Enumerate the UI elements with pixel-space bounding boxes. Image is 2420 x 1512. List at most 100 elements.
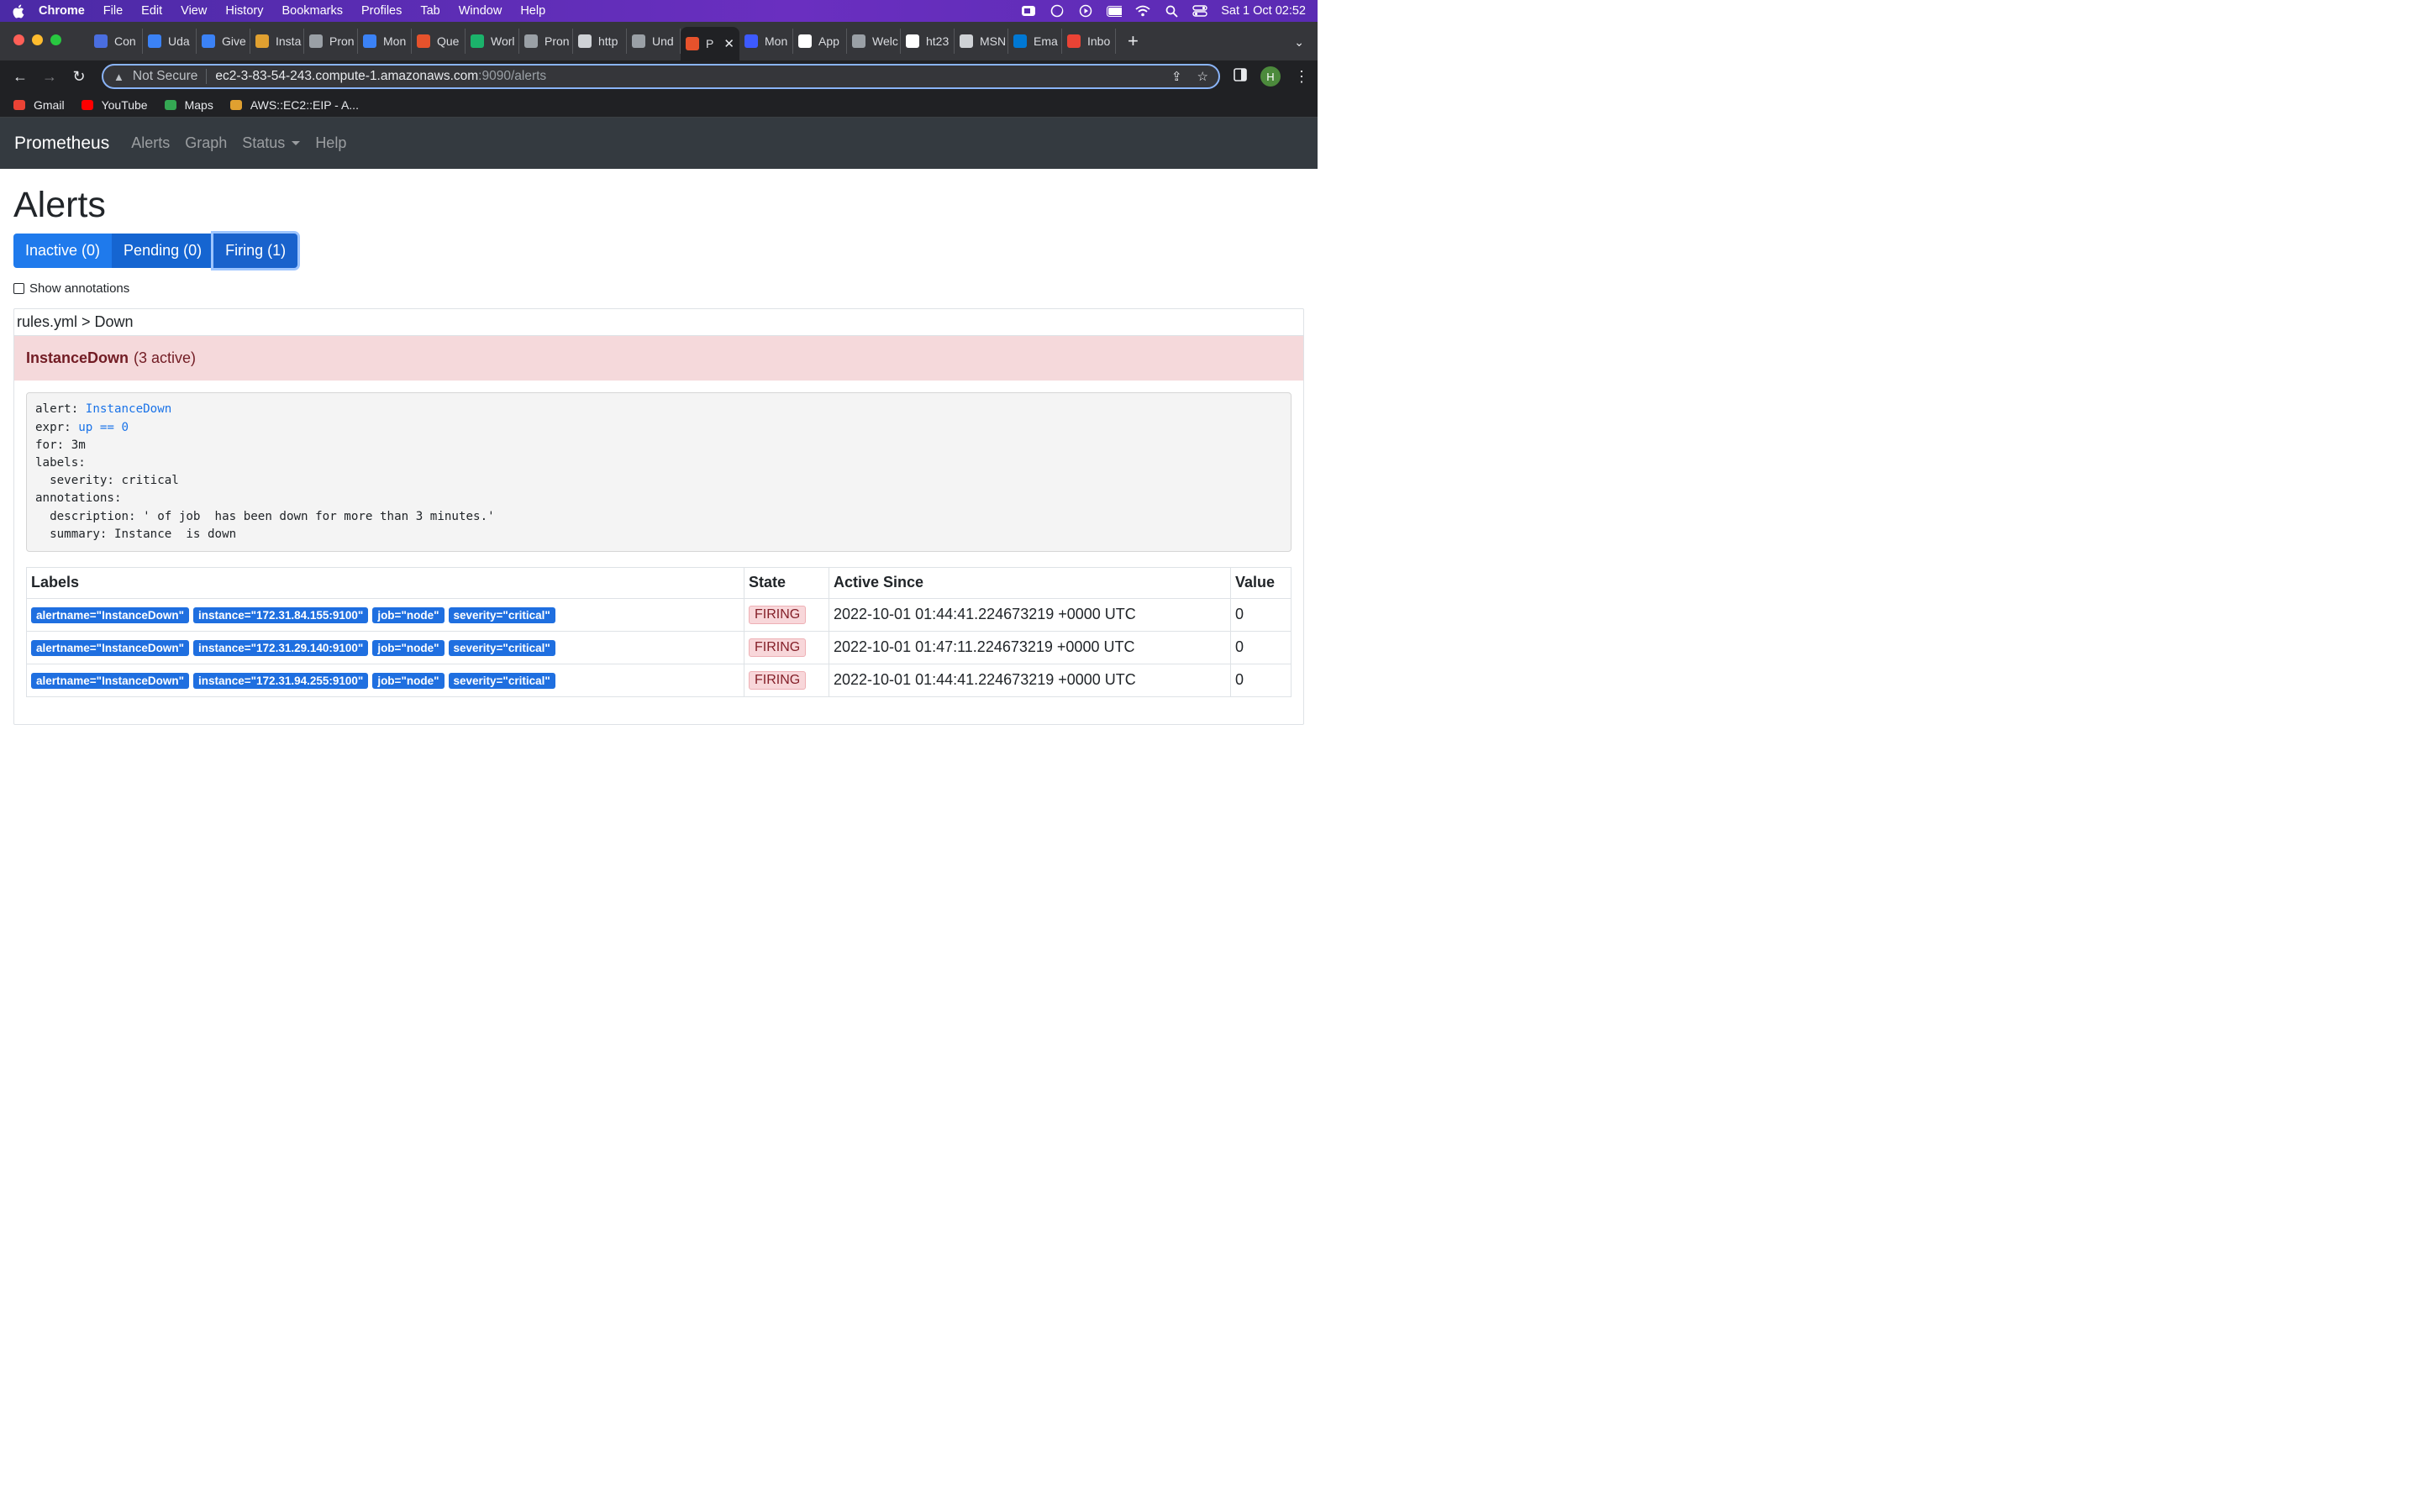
spotlight-search-icon[interactable] xyxy=(1164,5,1179,18)
browser-tab[interactable]: P ✕ xyxy=(681,27,739,60)
alert-rule-header[interactable]: InstanceDown (3 active) xyxy=(14,336,1303,381)
close-tab-icon[interactable]: ✕ xyxy=(723,36,734,51)
browser-tab-strip: Con Uda Give Insta Pron Mon Que Worl Pron http Und… xyxy=(0,22,1318,60)
bookmark-star-icon[interactable]: ☆ xyxy=(1197,69,1208,84)
bookmark-item[interactable]: Maps xyxy=(163,98,213,112)
bookmark-item[interactable]: Gmail xyxy=(12,98,65,112)
column-header-value: Value xyxy=(1230,566,1292,599)
tab-title: Mon xyxy=(383,34,407,48)
browser-tab[interactable]: Inbo xyxy=(1062,29,1116,54)
back-button[interactable]: ← xyxy=(8,65,32,88)
tab-favicon-icon xyxy=(1067,34,1081,48)
browser-tab[interactable]: Und xyxy=(627,29,681,54)
security-label[interactable]: Not Secure xyxy=(133,69,198,84)
active-since-cell: 2022-10-01 01:47:11.224673219 +0000 UTC xyxy=(829,630,1231,664)
menu-edit[interactable]: Edit xyxy=(141,4,162,18)
new-tab-button[interactable]: + xyxy=(1128,30,1139,52)
rule-expr-link[interactable]: up == 0 xyxy=(78,421,129,434)
warning-triangle-icon[interactable]: ▲ xyxy=(113,71,124,83)
browser-tab[interactable]: Mon xyxy=(739,29,793,54)
show-annotations-checkbox[interactable] xyxy=(13,283,24,295)
share-icon[interactable]: ⇪ xyxy=(1171,69,1182,84)
nav-alerts-link[interactable]: Alerts xyxy=(131,134,170,152)
tab-title: Pron xyxy=(544,34,570,48)
nav-status-dropdown[interactable]: Status xyxy=(242,134,301,152)
filter-inactive-button[interactable]: Inactive (0) xyxy=(13,234,113,269)
rule-alert-link[interactable]: InstanceDown xyxy=(86,402,172,416)
alert-rule-name[interactable]: InstanceDown xyxy=(26,349,129,367)
tab-favicon-icon xyxy=(632,34,645,48)
browser-tab[interactable]: Ema xyxy=(1008,29,1062,54)
bookmark-item[interactable]: YouTube xyxy=(80,98,148,112)
url-path[interactable]: :9090/alerts xyxy=(478,69,546,84)
state-badge: FIRING xyxy=(749,671,807,690)
tab-favicon-icon xyxy=(148,34,161,48)
apple-logo-icon[interactable] xyxy=(12,4,25,18)
browser-tab[interactable]: Give xyxy=(197,29,250,54)
browser-tab[interactable]: Que xyxy=(412,29,466,54)
menu-window[interactable]: Window xyxy=(459,4,502,18)
menu-file[interactable]: File xyxy=(103,4,123,18)
menu-view[interactable]: View xyxy=(181,4,207,18)
tab-favicon-icon xyxy=(852,34,865,48)
filter-firing-button[interactable]: Firing (1) xyxy=(213,234,298,269)
label-badge: severity="critical" xyxy=(448,607,555,624)
focus-moon-icon[interactable] xyxy=(1050,4,1065,18)
bookmark-favicon-icon xyxy=(163,98,178,112)
menubar-clock[interactable]: Sat 1 Oct 02:52 xyxy=(1221,4,1306,18)
forward-button[interactable]: → xyxy=(38,65,61,88)
browser-tab[interactable]: Con xyxy=(89,29,143,54)
close-window-button[interactable] xyxy=(13,34,24,45)
browser-tab[interactable]: Insta xyxy=(250,29,304,54)
menu-history[interactable]: History xyxy=(225,4,263,18)
browser-tab[interactable]: Mon xyxy=(358,29,412,54)
wifi-icon[interactable] xyxy=(1135,5,1150,17)
profile-avatar[interactable]: H xyxy=(1260,66,1281,87)
url-host[interactable]: ec2-3-83-54-243.compute-1.amazonaws.com xyxy=(215,69,478,84)
tab-favicon-icon xyxy=(744,34,758,48)
zoom-video-icon[interactable] xyxy=(1021,5,1036,17)
prometheus-brand-link[interactable]: Prometheus xyxy=(14,134,109,154)
rule-summary: summary: Instance is down xyxy=(35,527,237,541)
show-annotations-toggle[interactable]: Show annotations xyxy=(13,281,1304,296)
browser-toolbar: ← → ↻ ▲ Not Secure ec2-3-83-54-243.compu… xyxy=(0,60,1318,92)
browser-tab[interactable]: Pron xyxy=(304,29,358,54)
minimize-window-button[interactable] xyxy=(32,34,43,45)
browser-tab[interactable]: ht23 xyxy=(901,29,955,54)
side-panel-icon[interactable] xyxy=(1234,67,1247,86)
macos-menu-bar: Chrome File Edit View History Bookmarks … xyxy=(0,0,1318,22)
menu-help[interactable]: Help xyxy=(520,4,545,18)
show-annotations-label[interactable]: Show annotations xyxy=(29,281,129,296)
browser-tab[interactable]: MSN xyxy=(955,29,1008,54)
menu-tab[interactable]: Tab xyxy=(420,4,439,18)
rule-expr-key: expr: xyxy=(35,420,79,434)
tab-search-chevron-icon[interactable]: ⌄ xyxy=(1294,35,1304,50)
browser-tab[interactable]: Welc xyxy=(847,29,901,54)
battery-icon[interactable] xyxy=(1107,5,1123,17)
state-cell: FIRING xyxy=(744,663,829,697)
bookmark-item[interactable]: AWS::EC2::EIP - A... xyxy=(229,98,359,112)
filter-pending-button[interactable]: Pending (0) xyxy=(112,234,214,269)
reload-button[interactable]: ↻ xyxy=(67,65,91,88)
rule-labels: labels: xyxy=(35,455,86,470)
tab-favicon-icon xyxy=(255,34,269,48)
browser-tab[interactable]: App xyxy=(793,29,847,54)
nav-graph-link[interactable]: Graph xyxy=(185,134,227,152)
play-circle-icon[interactable] xyxy=(1078,4,1093,18)
nav-help-link[interactable]: Help xyxy=(315,134,346,152)
tab-title: http xyxy=(598,34,618,48)
menu-profiles[interactable]: Profiles xyxy=(361,4,402,18)
menu-bookmarks[interactable]: Bookmarks xyxy=(281,4,343,18)
kebab-menu-icon[interactable]: ⋮ xyxy=(1294,68,1309,86)
labels-cell: alertname="InstanceDown" instance="172.31… xyxy=(26,630,744,664)
address-divider xyxy=(206,69,208,84)
maximize-window-button[interactable] xyxy=(50,34,61,45)
browser-tab[interactable]: Worl xyxy=(466,29,519,54)
bookmark-favicon-icon xyxy=(12,98,27,112)
browser-tab[interactable]: Pron xyxy=(519,29,573,54)
browser-tab[interactable]: Uda xyxy=(143,29,197,54)
address-bar[interactable]: ▲ Not Secure ec2-3-83-54-243.compute-1.a… xyxy=(102,64,1220,89)
control-center-icon[interactable] xyxy=(1192,5,1207,17)
browser-tab[interactable]: http xyxy=(573,29,627,54)
menu-app-chrome[interactable]: Chrome xyxy=(39,4,85,18)
